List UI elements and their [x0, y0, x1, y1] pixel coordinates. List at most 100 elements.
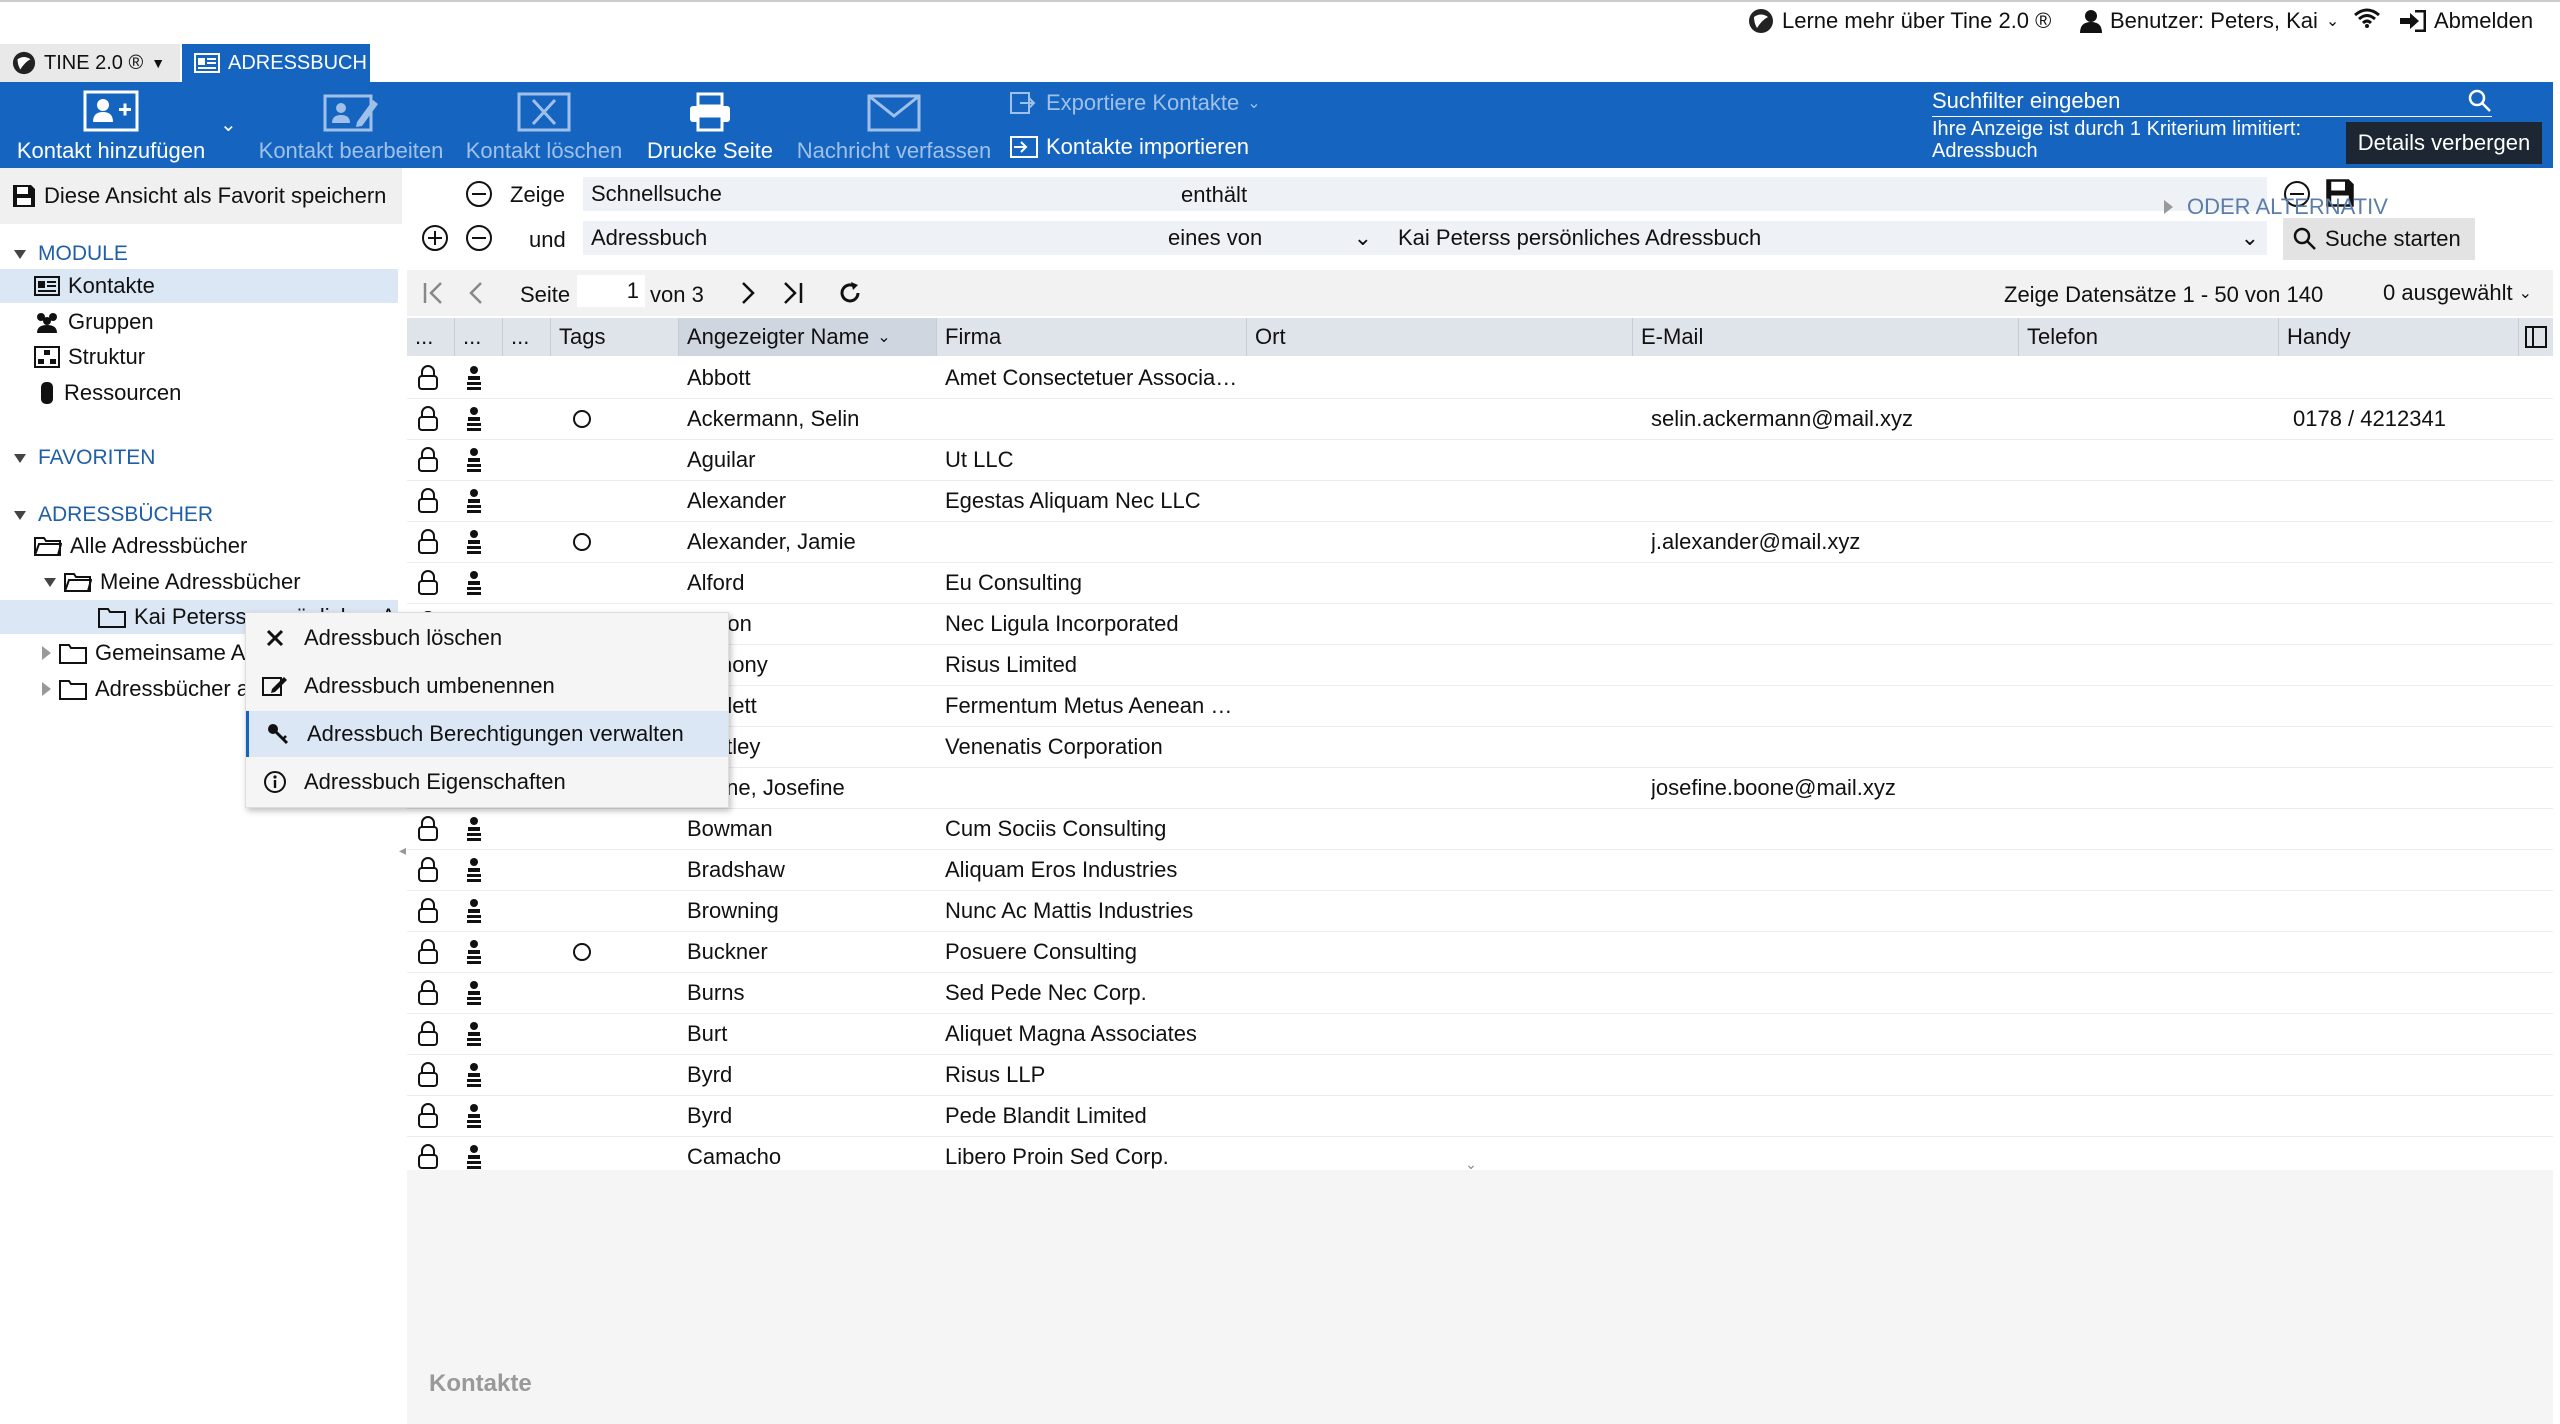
cell-email [1651, 645, 2031, 685]
resource-icon [38, 381, 56, 405]
next-page-icon[interactable] [737, 280, 757, 306]
favorites-header[interactable]: FAVORITEN [14, 446, 155, 470]
menu-item-addressbook-properties[interactable]: Adressbuch Eigenschaften [246, 759, 728, 805]
cell-mobile [2293, 522, 2523, 562]
sidebar-item-struktur[interactable]: Struktur [0, 340, 145, 374]
cell-phone [2027, 440, 2277, 480]
table-row[interactable]: Burns Sed Pede Nec Corp. [407, 973, 2553, 1014]
table-row[interactable]: Byrd Pede Blandit Limited [407, 1096, 2553, 1137]
top-bar: Lerne mehr über Tine 2.0 ® Benutzer: Pet… [0, 0, 2560, 42]
remove-filter-icon[interactable] [465, 224, 493, 252]
search-filter-input[interactable]: Suchfilter eingeben [1932, 86, 2492, 117]
table-row[interactable]: Browning Nunc Ac Mattis Industries [407, 891, 2553, 932]
table-row[interactable]: Ackermann, Selin selin.ackermann@mail.xyz… [407, 399, 2553, 440]
cell-mobile [2293, 850, 2523, 890]
refresh-icon[interactable] [837, 280, 863, 306]
tab-addressbook[interactable]: ADRESSBUCH [182, 44, 370, 82]
expand-triangle-icon [44, 577, 56, 587]
sidebar-item-gruppen[interactable]: Gruppen [0, 305, 154, 339]
delete-contact-button[interactable]: Kontakt löschen [462, 82, 626, 168]
menu-item-manage-permissions[interactable]: Adressbuch Berechtigungen verwalten [246, 711, 728, 757]
filter-field-value: Adressbuch [591, 225, 708, 250]
cell-phone [2027, 358, 2277, 398]
table-row[interactable]: Aguilar Ut LLC [407, 440, 2553, 481]
panel-splitter[interactable]: ◂ [399, 842, 406, 872]
details-splitter[interactable]: ⌄ [1436, 1157, 1506, 1171]
sidebar-item-kontakte[interactable]: Kontakte [0, 269, 398, 303]
search-icon[interactable] [2468, 89, 2492, 113]
column-header-name[interactable]: Angezeigter Name ⌄ [679, 318, 937, 356]
column-header-phone[interactable]: Telefon [2019, 318, 2279, 356]
wifi-icon [2354, 8, 2380, 28]
sidebar-item-ressourcen[interactable]: Ressourcen [0, 376, 181, 410]
modules-header[interactable]: MODULE [14, 242, 128, 266]
filter-field-value: Schnellsuche [591, 181, 722, 206]
add-filter-icon[interactable] [421, 224, 449, 252]
table-row[interactable]: Burt Aliquet Magna Associates [407, 1014, 2553, 1055]
column-header-tags[interactable]: Tags [551, 318, 679, 356]
table-row[interactable]: Buckner Posuere Consulting [407, 932, 2553, 973]
hide-details-button[interactable]: Details verbergen [2346, 122, 2542, 164]
previous-page-icon[interactable] [467, 280, 487, 306]
print-page-button[interactable]: Drucke Seite [636, 82, 784, 168]
compose-message-button[interactable]: Nachricht verfassen [794, 82, 994, 168]
or-alternative-button[interactable]: ODER ALTERNATIV [2164, 194, 2388, 220]
table-row[interactable]: Alford Eu Consulting [407, 563, 2553, 604]
menu-item-rename-addressbook[interactable]: Adressbuch umbenennen [246, 663, 728, 709]
add-contact-button[interactable]: Kontakt hinzufügen [8, 82, 214, 168]
table-row[interactable]: Byrd Risus LLP [407, 1055, 2553, 1096]
tree-item-all-addressbooks[interactable]: Alle Adressbücher [0, 529, 247, 563]
tag-icon [571, 973, 611, 1013]
cell-email [1651, 973, 2031, 1013]
start-search-button[interactable]: Suche starten [2283, 218, 2475, 260]
last-page-icon[interactable] [779, 280, 805, 306]
contacts-icon [34, 276, 60, 296]
table-row[interactable]: Abbott Amet Consectetuer Associa… [407, 358, 2553, 399]
filter-value-select[interactable]: Kai Peterss persönliches Adressbuch ⌄ [1390, 221, 2267, 255]
save-favorite-button[interactable]: Diese Ansicht als Favorit speichern [0, 168, 402, 224]
folder-icon [59, 642, 87, 664]
menu-item-delete-addressbook[interactable]: Adressbuch löschen [246, 615, 728, 661]
cell-name: Byrd [687, 1062, 733, 1087]
user-menu[interactable]: Benutzer: Peters, Kai ⌄ [2080, 8, 2339, 34]
column-header-2[interactable]: ... [455, 318, 503, 356]
column-header-city[interactable]: Ort [1247, 318, 1633, 356]
filter-operator-select[interactable]: eines von ⌄ [1160, 221, 1380, 255]
column-header-company[interactable]: Firma [937, 318, 1247, 356]
person-icon [465, 440, 495, 480]
table-row[interactable]: Bradshaw Aliquam Eros Industries [407, 850, 2553, 891]
selection-menu[interactable]: 0 ausgewählt ⌄ [2383, 280, 2532, 306]
cell-company: Eu Consulting [945, 570, 1082, 595]
cell-company: Risus LLP [945, 1062, 1046, 1087]
addressbooks-header[interactable]: ADRESSBÜCHER [14, 503, 213, 527]
column-header-mobile[interactable]: Handy [2279, 318, 2519, 356]
page-number-input[interactable]: 1 [577, 275, 645, 307]
tine-menu-tab[interactable]: TINE 2.0 ® ▼ [0, 44, 180, 82]
table-row[interactable]: Alexander Egestas Aliquam Nec LLC [407, 481, 2553, 522]
column-chooser-icon[interactable] [2525, 326, 2547, 348]
collapsed-triangle-icon [2164, 200, 2173, 214]
column-header-email[interactable]: E-Mail [1633, 318, 2019, 356]
cell-phone [2027, 1014, 2277, 1054]
cell-company: Fermentum Metus Aenean … [945, 693, 1233, 718]
add-contact-dropdown-icon[interactable]: ⌄ [220, 112, 237, 137]
learn-more-link[interactable]: Lerne mehr über Tine 2.0 ® [1748, 8, 2051, 34]
table-row[interactable]: Bowman Cum Sociis Consulting [407, 809, 2553, 850]
filter-value-input[interactable] [1390, 177, 2267, 211]
export-contacts-button[interactable]: Exportiere Kontakte ⌄ [1010, 90, 1261, 116]
column-header-1[interactable]: ... [407, 318, 455, 356]
grid-header: ... ... ... Tags Angezeigter Name ⌄ Firm… [407, 318, 2553, 356]
logout-button[interactable]: Abmelden [2400, 8, 2533, 34]
import-contacts-button[interactable]: Kontakte importieren [1010, 134, 1249, 160]
edit-contact-button[interactable]: Kontakt bearbeiten [256, 82, 446, 168]
table-row[interactable]: Alexander, Jamie j.alexander@mail.xyz [407, 522, 2553, 563]
tine-logo-icon [12, 51, 36, 75]
first-page-icon[interactable] [421, 280, 447, 306]
tree-item-my-addressbooks[interactable]: Meine Adressbücher [0, 565, 301, 599]
tree-item-label: Alle Adressbücher [70, 533, 248, 558]
expand-triangle-icon [14, 510, 26, 520]
column-header-3[interactable]: ... [503, 318, 551, 356]
cell-mobile [2293, 727, 2523, 767]
remove-filter-icon[interactable] [465, 180, 493, 208]
lock-icon [417, 1055, 447, 1095]
